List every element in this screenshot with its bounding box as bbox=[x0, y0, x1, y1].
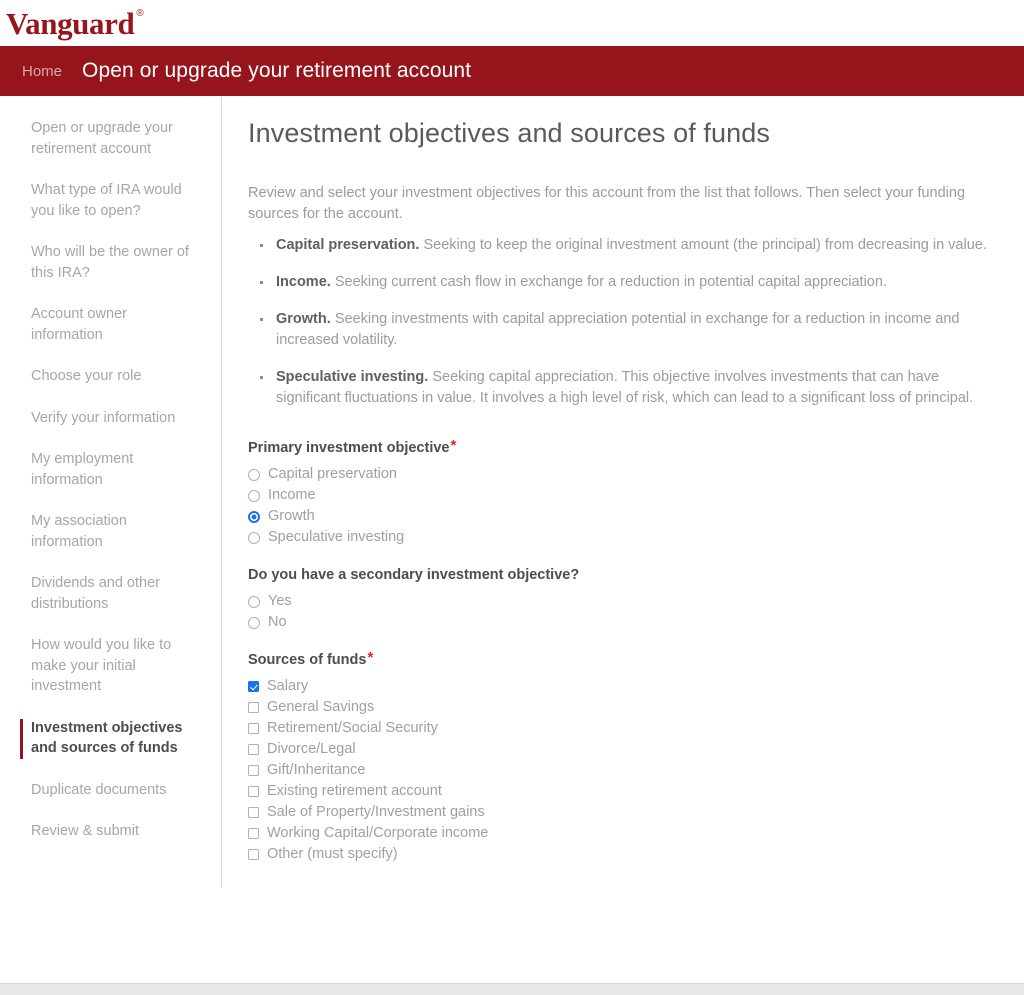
sources-of-funds-label-text: Sources of funds bbox=[248, 652, 367, 668]
checkbox-icon[interactable] bbox=[248, 786, 259, 797]
checkbox-option-gift-inheritance[interactable]: Gift/Inheritance bbox=[248, 760, 990, 781]
checkbox-icon[interactable] bbox=[248, 828, 259, 839]
radio-icon[interactable] bbox=[248, 468, 260, 481]
sidebar-item-review-and-submit[interactable]: Review & submit bbox=[0, 821, 222, 842]
page-header: Home Open or upgrade your retirement acc… bbox=[0, 46, 1024, 96]
checkbox-option-retirement-social-security[interactable]: Retirement/Social Security bbox=[248, 718, 990, 739]
footer-band bbox=[0, 983, 1024, 995]
sidebar-item-ira-owner[interactable]: Who will be the owner of this IRA? bbox=[0, 242, 222, 283]
objective-description: Seeking investments with capital appreci… bbox=[276, 311, 960, 348]
primary-objective-group: Primary investment objective* Capital pr… bbox=[248, 437, 990, 548]
required-asterisk-icon: * bbox=[367, 649, 374, 666]
radio-option-capital-preservation[interactable]: Capital preservation bbox=[248, 464, 990, 485]
checkbox-option-working-capital[interactable]: Working Capital/Corporate income bbox=[248, 823, 990, 844]
checkbox-label: Gift/Inheritance bbox=[267, 762, 366, 778]
checkbox-icon[interactable] bbox=[248, 744, 259, 755]
radio-label: Speculative investing bbox=[268, 529, 405, 545]
checkbox-option-other[interactable]: Other (must specify) bbox=[248, 844, 990, 865]
sidebar-item-open-or-upgrade[interactable]: Open or upgrade your retirement account bbox=[0, 118, 222, 159]
radio-icon[interactable] bbox=[248, 616, 260, 629]
radio-label: Income bbox=[268, 487, 316, 503]
objective-item-growth: Growth. Seeking investments with capital… bbox=[248, 309, 988, 351]
checkbox-option-general-savings[interactable]: General Savings bbox=[248, 697, 990, 718]
checkbox-option-existing-retirement-account[interactable]: Existing retirement account bbox=[248, 781, 990, 802]
radio-option-speculative-investing[interactable]: Speculative investing bbox=[248, 527, 990, 548]
checkbox-icon[interactable] bbox=[248, 702, 259, 713]
radio-label: Growth bbox=[268, 508, 315, 524]
radio-icon-selected[interactable] bbox=[248, 510, 260, 523]
logo-wordmark: Vanguard bbox=[6, 5, 135, 41]
radio-label: No bbox=[268, 614, 287, 630]
sidebar-item-association-info[interactable]: My association information bbox=[0, 511, 222, 552]
registered-trademark-icon: ® bbox=[136, 7, 144, 19]
page-body: Open or upgrade your retirement account … bbox=[0, 96, 1024, 903]
page-title: Investment objectives and sources of fun… bbox=[248, 118, 770, 148]
objective-term: Speculative investing. bbox=[276, 369, 429, 385]
radio-option-secondary-yes[interactable]: Yes bbox=[248, 591, 990, 612]
secondary-objective-group: Do you have a secondary investment objec… bbox=[248, 566, 990, 633]
sources-of-funds-group: Sources of funds* Salary General Savings… bbox=[248, 649, 990, 865]
radio-option-growth[interactable]: Growth bbox=[248, 506, 990, 527]
objective-item-capital-preservation: Capital preservation. Seeking to keep th… bbox=[248, 235, 988, 256]
header-title: Open or upgrade your retirement account bbox=[82, 59, 472, 82]
sidebar-item-account-owner-info[interactable]: Account owner information bbox=[0, 304, 222, 345]
vanguard-logo[interactable]: Vanguard ® bbox=[6, 5, 144, 41]
sidebar-item-initial-investment[interactable]: How would you like to make your initial … bbox=[0, 635, 222, 697]
radio-icon[interactable] bbox=[248, 531, 260, 544]
checkbox-icon[interactable] bbox=[248, 723, 259, 734]
checkbox-label: Divorce/Legal bbox=[267, 741, 356, 757]
objective-item-speculative-investing: Speculative investing. Seeking capital a… bbox=[248, 367, 988, 409]
checkbox-option-sale-of-property[interactable]: Sale of Property/Investment gains bbox=[248, 802, 990, 823]
sidebar-item-dividends[interactable]: Dividends and other distributions bbox=[0, 573, 222, 614]
sidebar-content-divider bbox=[221, 96, 222, 888]
radio-label: Capital preservation bbox=[268, 466, 397, 482]
main-content: Investment objectives and sources of fun… bbox=[222, 96, 1024, 883]
brand-bar: Vanguard ® bbox=[0, 0, 1024, 46]
radio-option-income[interactable]: Income bbox=[248, 485, 990, 506]
sidebar-item-ira-type[interactable]: What type of IRA would you like to open? bbox=[0, 180, 222, 221]
checkbox-label: Working Capital/Corporate income bbox=[267, 825, 489, 841]
sources-of-funds-label: Sources of funds* bbox=[248, 649, 990, 670]
sidebar-item-employment-info[interactable]: My employment information bbox=[0, 449, 222, 490]
objective-item-income: Income. Seeking current cash flow in exc… bbox=[248, 272, 988, 293]
primary-objective-label: Primary investment objective* bbox=[248, 437, 990, 458]
objective-term: Capital preservation. bbox=[276, 237, 420, 253]
sidebar-item-verify-information[interactable]: Verify your information bbox=[0, 408, 222, 429]
primary-objective-label-text: Primary investment objective bbox=[248, 440, 450, 456]
checkbox-label: Existing retirement account bbox=[267, 783, 442, 799]
checkbox-label: Other (must specify) bbox=[267, 846, 398, 862]
secondary-objective-label: Do you have a secondary investment objec… bbox=[248, 567, 580, 583]
intro-paragraph: Review and select your investment object… bbox=[248, 185, 966, 222]
checkbox-option-salary[interactable]: Salary bbox=[248, 676, 990, 697]
checkbox-icon[interactable] bbox=[248, 849, 259, 860]
checkbox-option-divorce-legal[interactable]: Divorce/Legal bbox=[248, 739, 990, 760]
objective-description: Seeking to keep the original investment … bbox=[423, 237, 987, 253]
checkbox-icon[interactable] bbox=[248, 765, 259, 776]
checkbox-label: Sale of Property/Investment gains bbox=[267, 804, 485, 820]
checkbox-label: General Savings bbox=[267, 699, 375, 715]
checkbox-label: Salary bbox=[267, 678, 309, 694]
radio-label: Yes bbox=[268, 593, 292, 609]
checkbox-icon[interactable] bbox=[248, 807, 259, 818]
objective-term: Growth. bbox=[276, 311, 331, 327]
sidebar-nav: Open or upgrade your retirement account … bbox=[0, 96, 222, 903]
sidebar-item-duplicate-documents[interactable]: Duplicate documents bbox=[0, 780, 222, 801]
sidebar-item-investment-objectives[interactable]: Investment objectives and sources of fun… bbox=[0, 718, 222, 759]
objectives-definition-list: Capital preservation. Seeking to keep th… bbox=[248, 235, 990, 409]
checkbox-icon-checked[interactable] bbox=[248, 681, 259, 692]
radio-icon[interactable] bbox=[248, 595, 260, 608]
checkbox-label: Retirement/Social Security bbox=[267, 720, 438, 736]
radio-icon[interactable] bbox=[248, 489, 260, 502]
required-asterisk-icon: * bbox=[450, 437, 457, 454]
sidebar-item-choose-your-role[interactable]: Choose your role bbox=[0, 366, 222, 387]
radio-option-secondary-no[interactable]: No bbox=[248, 612, 990, 633]
objective-term: Income. bbox=[276, 274, 331, 290]
breadcrumb-home-link[interactable]: Home bbox=[22, 63, 62, 80]
objective-description: Seeking current cash flow in exchange fo… bbox=[334, 274, 887, 290]
